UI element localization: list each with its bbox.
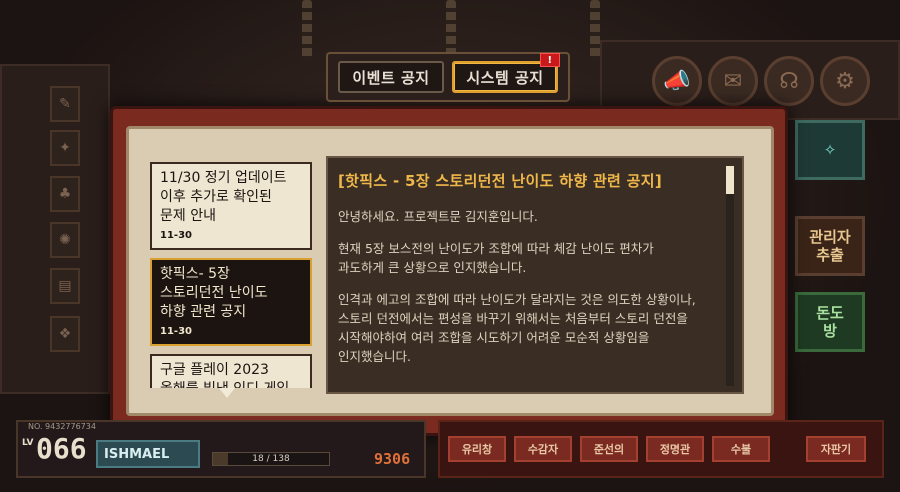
notice-paragraph: 인격과 에고의 조합에 따라 난이도가 달라지는 것은 의도한 상황이나, 스토… [338, 292, 696, 364]
chain-decoration-right [590, 0, 600, 60]
content-scroll-thumb[interactable] [726, 166, 734, 194]
menu-button-4[interactable]: 정명관 [646, 436, 704, 462]
notice-content-body: 안녕하세요. 프로젝트문 김지훈입니다. 현재 5장 보스전의 난이도가 조합에… [338, 207, 730, 366]
mail-icon[interactable]: ✉ [708, 56, 758, 106]
notice-list: 11/30 정기 업데이트 이후 추가로 확인된 문제 안내 11-30 핫픽스… [150, 162, 316, 388]
notice-item-date: 11-30 [160, 326, 192, 337]
green-side-button[interactable]: 돈도 방 [795, 292, 865, 352]
notice-content-panel: [핫픽스 - 5장 스토리던전 난이도 하향 관련 공지] 안녕하세요. 프로젝… [326, 156, 744, 394]
side-menu-icon-5[interactable]: ▤ [50, 268, 80, 304]
menu-button-label: 준선의 [593, 443, 625, 456]
menu-button-label: 정명관 [659, 443, 691, 456]
menu-button-label: 수감자 [527, 443, 559, 456]
headset-icon[interactable]: ☊ [764, 56, 814, 106]
list-scroll-down-icon[interactable] [219, 388, 235, 398]
notice-content-title: [핫픽스 - 5장 스토리던전 난이도 하향 관련 공지] [338, 172, 663, 190]
player-level: 066 [36, 432, 87, 465]
menu-button-label: 수불 [730, 443, 752, 456]
notice-item-3[interactable]: 구글 플레이 2023 올해를 빛낸 인디 게임 [150, 354, 312, 388]
experience-bar-fill [213, 453, 229, 465]
menu-button-label: 유리창 [461, 443, 493, 456]
tab-system-notice[interactable]: 시스템 공지 ! [452, 53, 560, 93]
tab-event-notice-label: 이벤트 공지 [352, 68, 430, 87]
menu-button-sinners[interactable]: 수감자 [514, 436, 572, 462]
player-name-box[interactable]: ISHMAEL [96, 440, 200, 468]
notice-tabs: 이벤트 공지 시스템 공지 ! [326, 52, 570, 102]
chain-decoration-left [302, 0, 312, 60]
side-menu-icon-6[interactable]: ❖ [50, 316, 80, 352]
notice-item-1[interactable]: 11/30 정기 업데이트 이후 추가로 확인된 문제 안내 11-30 [150, 162, 312, 250]
player-name: ISHMAEL [104, 446, 170, 462]
featured-card[interactable]: ✧ [795, 120, 865, 180]
menu-button-3[interactable]: 준선의 [580, 436, 638, 462]
green-side-label: 돈도 방 [816, 304, 844, 340]
notice-item-date: 11-30 [160, 230, 192, 241]
side-menu-icon-2[interactable]: ✦ [50, 130, 80, 166]
side-menu-icon-1[interactable]: ✎ [50, 86, 80, 122]
side-menu-icon-4[interactable]: ✺ [50, 222, 80, 258]
experience-bar: 18 / 138 [212, 452, 330, 466]
new-badge: ! [540, 53, 560, 67]
notice-item-title: 11/30 정기 업데이트 이후 추가로 확인된 문제 안내 [160, 170, 287, 224]
notice-item-title: 구글 플레이 2023 올해를 빛낸 인디 게임 [160, 362, 289, 388]
notice-paragraph: 현재 5장 보스전의 난이도가 조합에 따라 체감 난이도 편차가 과도하게 큰… [338, 241, 654, 275]
admin-extract-button[interactable]: 관리자 추출 [795, 216, 865, 276]
gear-icon[interactable]: ⚙ [820, 56, 870, 106]
menu-button-label: 자판기 [820, 443, 852, 456]
level-label: LV [22, 438, 34, 448]
tab-event-notice[interactable]: 이벤트 공지 [338, 61, 444, 93]
tab-system-notice-label: 시스템 공지 [466, 68, 544, 87]
content-scrollbar[interactable] [726, 166, 734, 386]
player-id: NO. 9432776734 [28, 422, 96, 431]
currency-amount: 9306 [374, 450, 411, 468]
experience-text: 18 / 138 [252, 454, 290, 464]
notice-item-title: 핫픽스- 5장 스토리던전 난이도 하향 관련 공지 [160, 266, 268, 320]
admin-extract-label: 관리자 추출 [809, 228, 851, 264]
menu-button-5[interactable]: 수불 [712, 436, 770, 462]
megaphone-icon[interactable]: 📣 [652, 56, 702, 106]
menu-button-vending[interactable]: 자판기 [806, 436, 866, 462]
side-menu-icon-3[interactable]: ♣ [50, 176, 80, 212]
menu-button-window[interactable]: 유리창 [448, 436, 506, 462]
notice-item-2[interactable]: 핫픽스- 5장 스토리던전 난이도 하향 관련 공지 11-30 [150, 258, 312, 346]
notice-paragraph: 안녕하세요. 프로젝트문 김지훈입니다. [338, 209, 538, 224]
chain-decoration-center [446, 0, 456, 60]
